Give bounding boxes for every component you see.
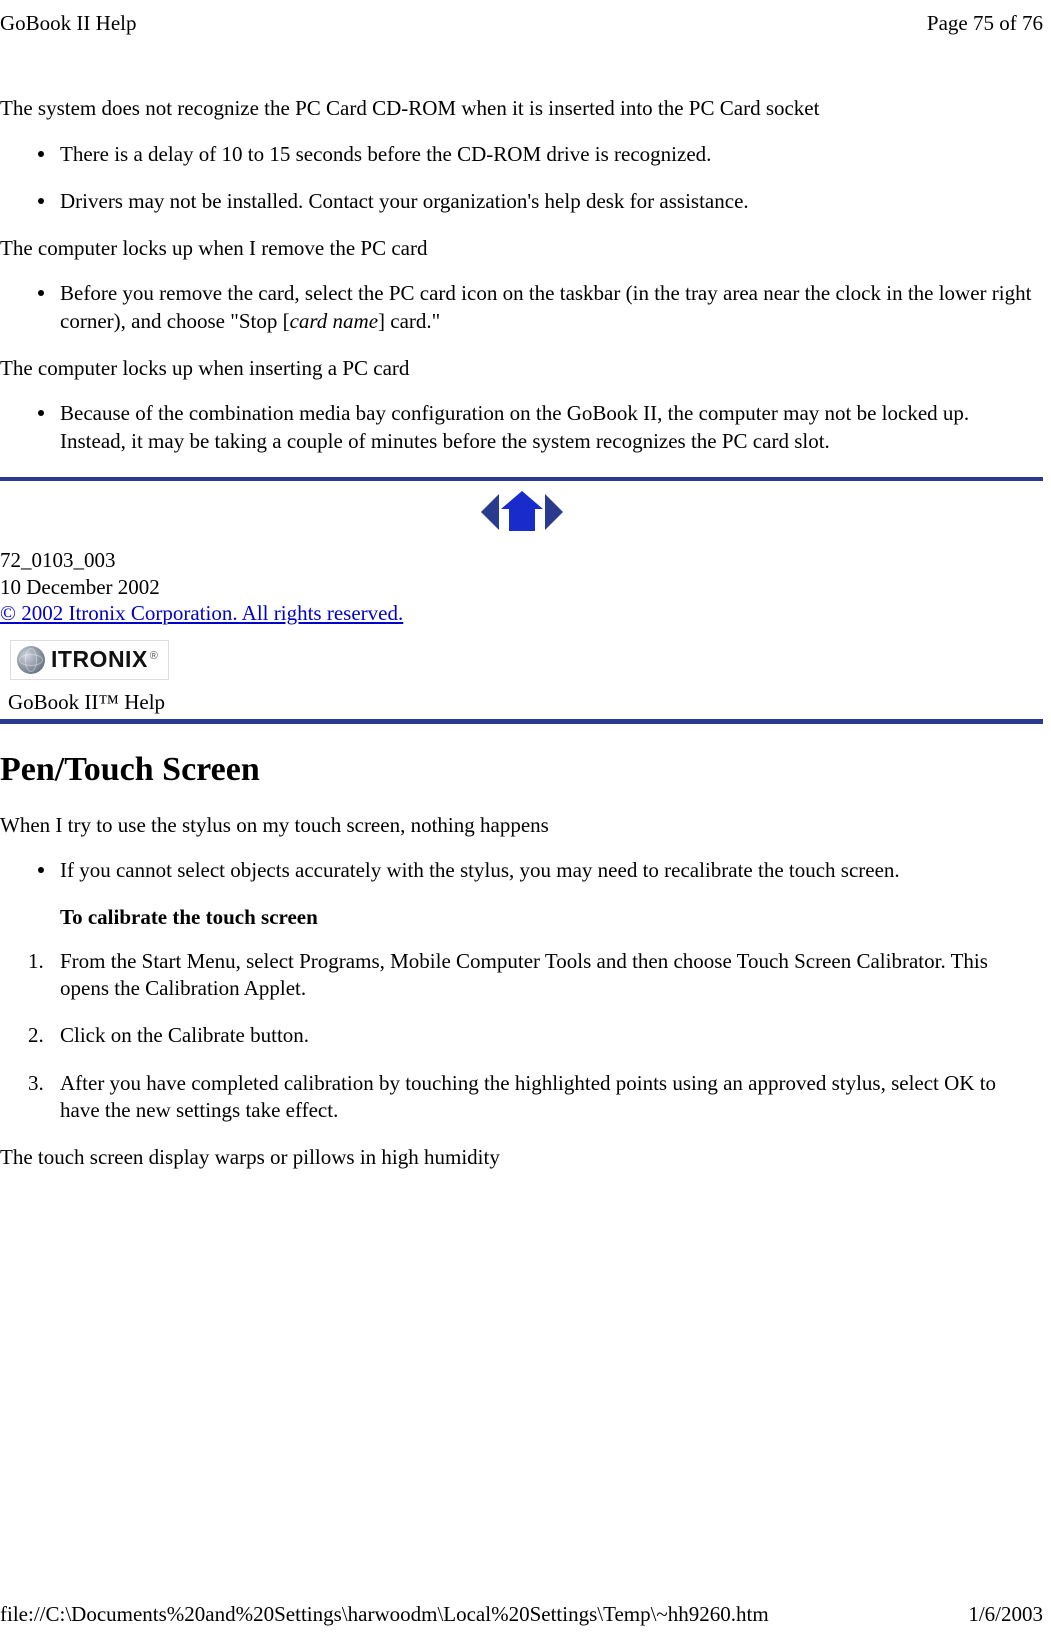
section-divider — [0, 477, 1043, 481]
section-heading: Pen/Touch Screen — [0, 748, 1043, 792]
bullet-item: Drivers may not be installed. Contact yo… — [0, 188, 1035, 215]
bullet-text-b: ] card." — [378, 309, 440, 333]
paragraph: The computer locks up when inserting a P… — [0, 355, 1043, 382]
ordered-item: From the Start Menu, select Programs, Mo… — [0, 948, 1035, 1003]
logo-text: ITRONIX — [51, 646, 148, 672]
ordered-item: After you have completed calibration by … — [0, 1070, 1035, 1125]
bullet-item: There is a delay of 10 to 15 seconds bef… — [0, 141, 1035, 168]
footer-left: file://C:\Documents%20and%20Settings\har… — [0, 1601, 769, 1628]
paragraph: The touch screen display warps or pillow… — [0, 1144, 1043, 1171]
nav-prev-icon[interactable] — [481, 494, 499, 530]
ordered-item: Click on the Calibrate button. — [0, 1022, 1035, 1049]
header-left: GoBook II Help — [0, 10, 136, 37]
doc-id: 72_0103_003 — [0, 547, 1043, 573]
help-title: GoBook II™ Help — [8, 689, 1043, 716]
logo-box: ITRONIX® — [10, 640, 1043, 681]
doc-date: 10 December 2002 — [0, 574, 1043, 600]
thick-divider — [0, 719, 1043, 724]
paragraph: The computer locks up when I remove the … — [0, 235, 1043, 262]
bullet-item: Before you remove the card, select the P… — [0, 280, 1035, 335]
nav-row — [0, 491, 1043, 537]
paragraph: The system does not recognize the PC Car… — [0, 95, 1043, 122]
footer-right: 1/6/2003 — [968, 1601, 1043, 1628]
globe-icon — [17, 646, 45, 674]
sub-heading-bold: To calibrate the touch screen — [0, 904, 1043, 931]
nav-home-icon[interactable] — [501, 491, 543, 533]
bullet-item: Because of the combination media bay con… — [0, 400, 1035, 455]
logo-registered: ® — [150, 650, 158, 662]
paragraph: When I try to use the stylus on my touch… — [0, 812, 1043, 839]
bullet-text-italic: card name — [290, 309, 378, 333]
nav-next-icon[interactable] — [545, 494, 563, 530]
bullet-text-a: Before you remove the card, select the P… — [60, 281, 1031, 332]
bullet-item: If you cannot select objects accurately … — [0, 857, 1035, 884]
copyright-link[interactable]: © 2002 Itronix Corporation. All rights r… — [0, 601, 403, 625]
header-right: Page 75 of 76 — [927, 10, 1043, 37]
